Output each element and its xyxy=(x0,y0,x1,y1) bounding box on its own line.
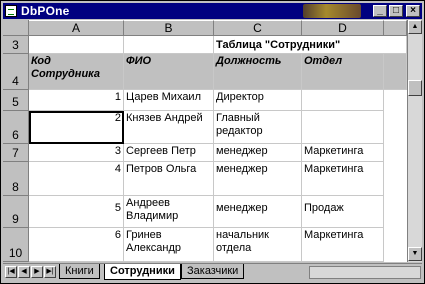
sheet-tab-books[interactable]: Книги xyxy=(59,264,100,279)
cell-c6[interactable]: Главный редактор xyxy=(214,111,302,144)
header-cell-position[interactable]: Должность xyxy=(214,54,302,90)
cell-b8[interactable]: Петров Ольга xyxy=(124,162,214,196)
sheet-tab-employees[interactable]: Сотрудники xyxy=(104,264,181,280)
cell-area: Таблица "Сотрудники" Код Сотрудника ФИО … xyxy=(29,36,407,262)
vertical-scrollbar[interactable]: ▲ ▼ xyxy=(407,20,422,262)
cell-a6-selected[interactable]: 2 xyxy=(29,111,124,144)
close-button[interactable]: × xyxy=(406,5,420,17)
row-header-9[interactable]: 9 xyxy=(3,196,29,228)
cell-d8[interactable]: Маркетинга xyxy=(302,162,384,196)
row-header-8[interactable]: 8 xyxy=(3,162,29,196)
row-header-7[interactable]: 7 xyxy=(3,144,29,162)
row-header-4[interactable]: 4 xyxy=(3,54,29,90)
header-cell-department[interactable]: Отдел xyxy=(302,54,384,90)
minimize-button[interactable]: _ xyxy=(373,5,387,17)
cell-d9[interactable]: Продаж xyxy=(302,196,384,228)
brand-logo-icon xyxy=(303,4,361,18)
select-all-corner[interactable] xyxy=(3,20,29,36)
column-header-d[interactable]: D xyxy=(302,20,384,36)
cell-d7[interactable]: Маркетинга xyxy=(302,144,384,162)
title-bar[interactable]: DbPOne _ □ × xyxy=(3,3,422,19)
cell-d10[interactable]: Маркетинга xyxy=(302,228,384,262)
row-header-10[interactable]: 10 xyxy=(3,228,29,262)
column-header-c[interactable]: C xyxy=(214,20,302,36)
column-header-e[interactable] xyxy=(384,20,407,36)
cell-b5[interactable]: Царев Михаил xyxy=(124,90,214,111)
cell-b3[interactable] xyxy=(124,36,214,54)
spreadsheet-window: DbPOne _ □ × A B C D 3 4 5 6 7 8 9 10 Та… xyxy=(0,0,425,284)
worksheet-grid[interactable]: A B C D 3 4 5 6 7 8 9 10 Таблица "Сотруд… xyxy=(3,20,407,262)
sheet-tab-customers[interactable]: Заказчики xyxy=(181,264,245,279)
row-header-6[interactable]: 6 xyxy=(3,111,29,144)
table-title-cell[interactable]: Таблица "Сотрудники" xyxy=(214,36,407,54)
cell-c7[interactable]: менеджер xyxy=(214,144,302,162)
next-sheet-icon[interactable]: ▶ xyxy=(31,266,43,278)
vertical-scroll-thumb[interactable] xyxy=(408,80,422,96)
header-cell-name[interactable]: ФИО xyxy=(124,54,214,90)
column-header-a[interactable]: A xyxy=(29,20,124,36)
scroll-down-icon[interactable]: ▼ xyxy=(408,247,422,261)
cell-c10[interactable]: начальник отдела xyxy=(214,228,302,262)
prev-sheet-icon[interactable]: ◀ xyxy=(18,266,30,278)
horizontal-scrollbar[interactable] xyxy=(309,266,421,279)
cell-a10[interactable]: 6 xyxy=(29,228,124,262)
last-sheet-icon[interactable]: ▶| xyxy=(44,266,56,278)
row-header-3[interactable]: 3 xyxy=(3,36,29,54)
sheet-tab-bar: |◀ ◀ ▶ ▶| Книги Сотрудники Заказчики xyxy=(3,263,422,281)
spreadsheet-app-icon[interactable] xyxy=(5,5,17,17)
maximize-button[interactable]: □ xyxy=(389,5,403,17)
first-sheet-icon[interactable]: |◀ xyxy=(5,266,17,278)
cell-d5[interactable] xyxy=(302,90,384,111)
header-cell-code[interactable]: Код Сотрудника xyxy=(29,54,124,90)
window-title: DbPOne xyxy=(21,4,70,18)
cell-c8[interactable]: менеджер xyxy=(214,162,302,196)
cell-a8[interactable]: 4 xyxy=(29,162,124,196)
cell-b7[interactable]: Сергеев Петр xyxy=(124,144,214,162)
column-header-b[interactable]: B xyxy=(124,20,214,36)
cell-c9[interactable]: менеджер xyxy=(214,196,302,228)
cell-b9[interactable]: Андреев Владимир xyxy=(124,196,214,228)
header-cell-empty[interactable] xyxy=(384,54,407,90)
cell-d6[interactable] xyxy=(302,111,384,144)
cell-a7[interactable]: 3 xyxy=(29,144,124,162)
cell-c5[interactable]: Директор xyxy=(214,90,302,111)
cell-b10[interactable]: Гринев Александр xyxy=(124,228,214,262)
cell-a5[interactable]: 1 xyxy=(29,90,124,111)
cell-a9[interactable]: 5 xyxy=(29,196,124,228)
cell-a3[interactable] xyxy=(29,36,124,54)
scroll-up-icon[interactable]: ▲ xyxy=(408,20,422,34)
row-header-5[interactable]: 5 xyxy=(3,90,29,111)
cell-b6[interactable]: Князев Андрей xyxy=(124,111,214,144)
